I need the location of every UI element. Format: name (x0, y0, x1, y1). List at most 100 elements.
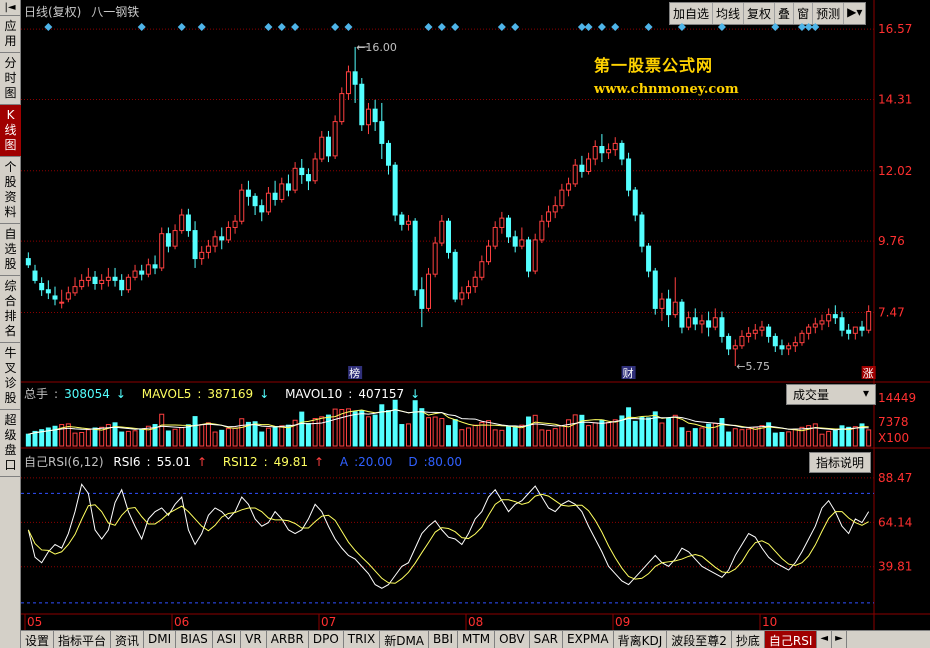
candle-body (746, 332, 752, 337)
volume-bar (292, 419, 298, 447)
month-label: 07 (321, 615, 336, 629)
candle-body (499, 217, 505, 228)
volume-indicator-button[interactable]: 成交量 ▾ (786, 384, 876, 405)
tab-6[interactable]: VR (241, 631, 267, 648)
tab-5[interactable]: ASI (213, 631, 242, 648)
tab-3[interactable]: DMI (144, 631, 177, 648)
volume-legend: 总手:308054 ↓ MAVOL5:387169 ↓ MAVOL10:407157… (24, 387, 421, 401)
candle-body (559, 189, 565, 207)
price-tick-label: 7.47 (878, 305, 905, 319)
volume-bar (312, 418, 318, 447)
candle-body (39, 283, 45, 291)
candle-body (806, 326, 812, 334)
candle-body (686, 317, 692, 328)
candle-body (726, 335, 732, 350)
candle-body (826, 314, 832, 322)
chart-canvas: 16.57 14.31 12.02 9.76 7.47 ←16.00 ←5.75 榜 财 涨 144… (21, 0, 930, 630)
tab-13[interactable]: OBV (495, 631, 530, 648)
volume-bar (459, 429, 465, 447)
candle-body (345, 71, 351, 95)
tab-14[interactable]: SAR (530, 631, 563, 648)
tab-9[interactable]: TRIX (344, 631, 381, 648)
candle-body (779, 345, 785, 350)
tab-12[interactable]: MTM (458, 631, 496, 648)
tab-17[interactable]: 波段至尊2 (667, 631, 732, 648)
sidebar-item-0[interactable]: 应用 (0, 16, 21, 53)
volume-bar (639, 416, 645, 447)
rsi12-label: RSI12 (222, 455, 258, 469)
tab-scroll-right-icon[interactable]: ► (832, 631, 847, 648)
tab-1[interactable]: 指标平台 (54, 631, 112, 648)
tab-0[interactable]: 设置 (21, 631, 55, 648)
candle-body (159, 233, 165, 269)
event-marker-icon (44, 23, 53, 31)
sidebar-item-6[interactable]: 牛叉诊股 (0, 343, 21, 410)
sidebar-item-2[interactable]: K线图 (0, 105, 21, 157)
volume-bar (659, 422, 665, 447)
tab-8[interactable]: DPO (309, 631, 344, 648)
volume-bar (85, 429, 91, 447)
tab-11[interactable]: BBI (429, 631, 459, 648)
candle-body (546, 211, 552, 222)
tab-2[interactable]: 资讯 (111, 631, 145, 648)
candle-body (532, 239, 538, 272)
sidebar-item-1[interactable]: 分时图 (0, 53, 21, 105)
mavol10-label: MAVOL10 (285, 387, 343, 401)
event-marker-icon (331, 23, 340, 31)
volume-bar (652, 411, 658, 447)
tab-16[interactable]: 背离KDJ (614, 631, 668, 648)
tab-15[interactable]: EXPMA (563, 631, 614, 648)
volume-bar (746, 428, 752, 447)
candle-body (272, 192, 278, 200)
volume-bar (866, 429, 872, 447)
candle-body (859, 326, 865, 331)
candle-body (712, 317, 718, 328)
sidebar-item-5[interactable]: 综合排名 (0, 276, 21, 343)
event-label: 财 (623, 366, 634, 380)
candle-body (225, 226, 231, 241)
candle-body (812, 323, 818, 328)
volume-bar (365, 416, 371, 447)
collapse-sidebar-icon[interactable]: |◄ (0, 0, 20, 16)
volume-bar (479, 421, 485, 447)
candle-body (119, 279, 125, 291)
volume-bar (419, 408, 425, 447)
volume-bar (399, 424, 405, 447)
volume-bar (552, 428, 558, 447)
rsi-tick-label: 39.81 (878, 560, 912, 574)
volume-bar (239, 418, 245, 447)
month-label: 09 (615, 615, 630, 629)
event-marker-icon (451, 23, 460, 31)
volume-bar (579, 414, 585, 447)
rsi-d-label: D (408, 455, 418, 469)
candle-body (85, 276, 91, 281)
sidebar-item-7[interactable]: 超级盘口 (0, 410, 21, 477)
sidebar-item-4[interactable]: 自选股 (0, 224, 21, 276)
volume-bar (679, 427, 685, 447)
candle-body (172, 230, 178, 247)
volume-bar (672, 414, 678, 447)
tab-4[interactable]: BIAS (176, 631, 213, 648)
tab-scroll-left-icon[interactable]: ◄ (817, 631, 833, 648)
candle-body (332, 121, 338, 157)
tab-10[interactable]: 新DMA (380, 631, 430, 648)
candle-body (72, 286, 78, 294)
candle-body (706, 320, 712, 328)
mavol10-value: 407157 (358, 387, 405, 401)
sidebar-item-3[interactable]: 个股资料 (0, 157, 21, 224)
volume-bar (786, 431, 792, 447)
event-marker-icon (424, 23, 433, 31)
event-marker-icon (197, 23, 206, 31)
volume-tick-label: 7378 (878, 415, 909, 429)
candle-body (566, 183, 572, 191)
tab-19[interactable]: 自己RSI (764, 631, 818, 648)
tab-18[interactable]: 抄底 (732, 631, 765, 648)
event-marker-icon (717, 23, 726, 31)
candle-body (285, 183, 291, 191)
candle-body (79, 279, 85, 288)
volume-bar (379, 404, 385, 447)
rsi12-value: 49.81 (273, 455, 309, 469)
indicator-help-button[interactable]: 指标说明 (809, 452, 872, 473)
volume-bar (392, 399, 398, 447)
tab-7[interactable]: ARBR (267, 631, 309, 648)
